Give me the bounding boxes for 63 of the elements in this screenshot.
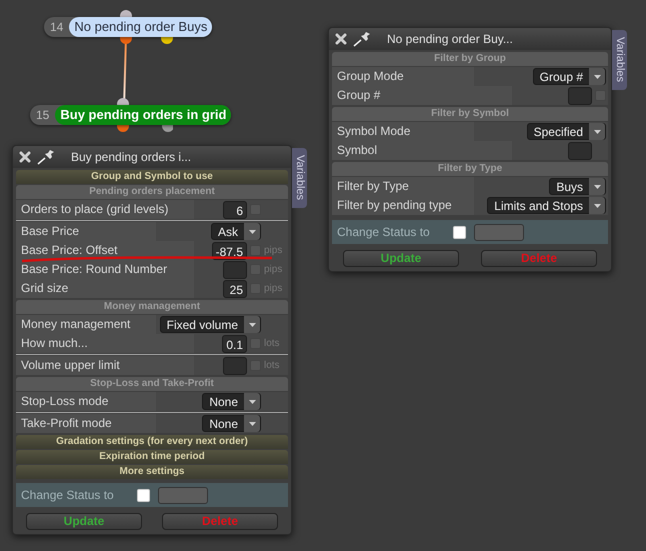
dropdown[interactable]: None bbox=[202, 415, 261, 432]
section-header[interactable]: More settings bbox=[16, 465, 288, 479]
number-field[interactable]: 6 bbox=[223, 200, 247, 218]
update-button[interactable]: Update bbox=[343, 250, 459, 267]
field-label: Base Price bbox=[16, 222, 156, 241]
field-label: Orders to place (grid levels) bbox=[16, 200, 194, 219]
dropdown[interactable]: None bbox=[202, 393, 261, 410]
dropdown[interactable]: Limits and Stops bbox=[487, 197, 606, 214]
dropdown[interactable]: Fixed volume bbox=[160, 316, 261, 333]
section-header[interactable]: Gradation settings (for every next order) bbox=[16, 435, 288, 449]
field-label: Group Mode bbox=[332, 67, 474, 86]
field-label: Symbol bbox=[332, 141, 512, 160]
update-button[interactable]: Update bbox=[26, 513, 142, 530]
close-icon[interactable] bbox=[19, 151, 31, 163]
field-label: Take-Profit mode bbox=[16, 414, 156, 433]
flow-node[interactable]: 14 No pending order Buys bbox=[44, 17, 212, 37]
caret-icon bbox=[248, 230, 256, 234]
flow-node[interactable]: 15 Buy pending orders in grid bbox=[30, 105, 232, 125]
status-label: Change Status to bbox=[21, 487, 115, 504]
dropdown[interactable]: Specified bbox=[526, 123, 606, 140]
pin-icon[interactable] bbox=[37, 149, 55, 165]
node-number: 14 bbox=[49, 19, 64, 36]
number-field[interactable] bbox=[568, 86, 592, 104]
caret-icon bbox=[248, 400, 256, 404]
field-label: Filter by Type bbox=[332, 177, 474, 196]
close-icon[interactable] bbox=[335, 33, 347, 45]
status-field[interactable] bbox=[474, 224, 524, 240]
status-label: Change Status to bbox=[337, 224, 431, 241]
pin-icon[interactable] bbox=[353, 31, 371, 47]
checkbox[interactable] bbox=[250, 245, 261, 256]
dropdown[interactable]: Ask bbox=[210, 223, 261, 240]
field-label: Filter by pending type bbox=[332, 196, 474, 215]
field-label: Stop-Loss mode bbox=[16, 392, 156, 411]
status-field[interactable] bbox=[158, 486, 208, 504]
field-label: How much... bbox=[16, 334, 194, 353]
dropdown[interactable]: Group # bbox=[532, 68, 606, 85]
dropdown[interactable]: Buys bbox=[549, 178, 606, 195]
node-label: Buy pending orders in grid bbox=[55, 105, 232, 125]
node-label: No pending order Buys bbox=[69, 17, 212, 37]
section-header[interactable]: Expiration time period bbox=[16, 450, 288, 464]
node-number: 15 bbox=[35, 107, 50, 124]
field-label: Grid size bbox=[16, 279, 194, 298]
caret-icon bbox=[248, 322, 256, 326]
section-header[interactable]: Group and Symbol to use bbox=[16, 170, 288, 184]
number-field[interactable] bbox=[223, 356, 247, 374]
caret-icon bbox=[594, 74, 600, 78]
field-label: Base Price: Round Number bbox=[16, 260, 194, 279]
field-label: Volume upper limit bbox=[16, 356, 194, 375]
caret-icon bbox=[594, 204, 600, 208]
field-label: Group # bbox=[332, 86, 512, 105]
number-field[interactable] bbox=[568, 142, 592, 160]
number-field[interactable]: 25 bbox=[223, 280, 247, 298]
caret-icon bbox=[594, 184, 600, 188]
number-field[interactable] bbox=[223, 260, 247, 278]
caret-icon bbox=[594, 130, 600, 134]
variables-tab[interactable]: Variables bbox=[612, 30, 627, 90]
window-title: Buy pending orders i... bbox=[71, 149, 192, 166]
caret-icon bbox=[248, 422, 256, 426]
window-title: No pending order Buy... bbox=[387, 31, 513, 48]
field-label: Money management bbox=[16, 315, 156, 334]
field-label: Symbol Mode bbox=[332, 122, 474, 141]
number-field[interactable]: 0.1 bbox=[222, 334, 247, 352]
variables-tab[interactable]: Variables bbox=[292, 148, 307, 208]
